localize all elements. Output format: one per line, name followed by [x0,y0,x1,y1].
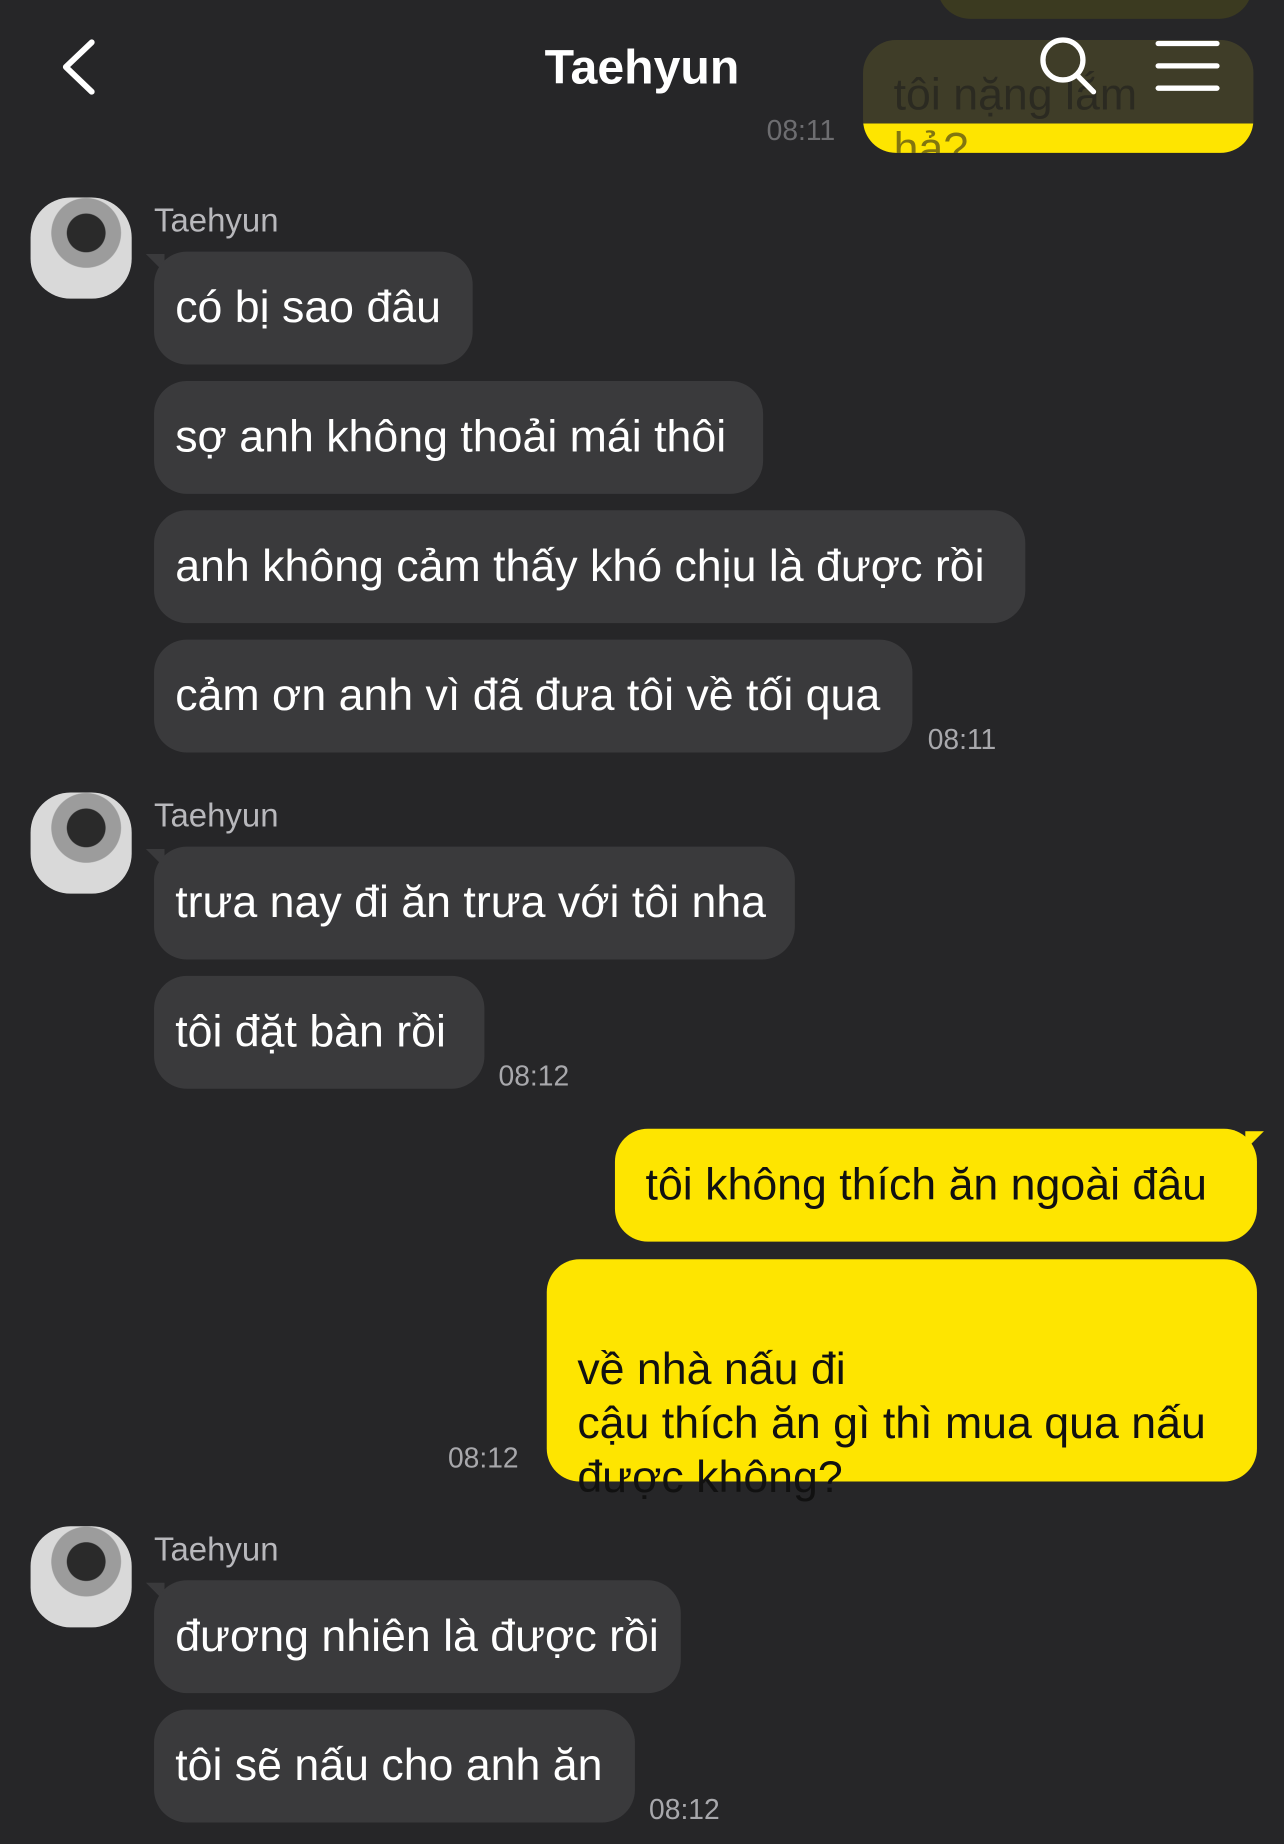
message-time: 08:12 [498,1060,570,1093]
incoming-message[interactable]: cảm ơn anh vì đã đưa tôi về tối qua [154,639,913,753]
incoming-message[interactable]: tôi sẽ nấu cho anh ăn [154,1709,635,1823]
incoming-message[interactable]: có bị sao đâu [154,251,473,365]
message-text: sợ anh không thoải mái thôi [175,412,727,463]
message-time: 08:12 [447,1442,519,1475]
message-text: cảm ơn anh vì đã đưa tôi về tối qua [175,671,881,721]
incoming-message[interactable]: trưa nay đi ăn trưa với tôi nha [154,846,795,960]
hamburger-menu-icon[interactable] [1155,38,1221,94]
incoming-message[interactable]: tôi đặt bàn rồi [154,975,485,1089]
avatar[interactable] [30,1526,132,1628]
message-time: 08:12 [649,1794,720,1827]
chat-header: Taehyun [0,0,1284,139]
avatar[interactable] [30,792,132,894]
message-text: trưa nay đi ăn trưa với tôi nha [175,878,767,928]
incoming-message[interactable]: sợ anh không thoải mái thôi [154,380,764,494]
incoming-message[interactable]: đương nhiên là được rồi [154,1580,681,1694]
message-text: có bị sao đâu [175,283,442,333]
message-text: tôi sẽ nấu cho anh ăn [175,1741,603,1791]
message-time: 08:11 [927,724,997,757]
outgoing-message[interactable]: tôi không thích ăn ngoài đâu [614,1128,1257,1242]
message-text: tôi không thích ăn ngoài đâu [645,1160,1207,1210]
message-text: tôi đặt bàn rồi [175,1007,446,1058]
sender-name: Taehyun [154,1530,279,1568]
message-text: anh không cảm thấy khó chịu là được rồi [175,542,985,592]
search-icon[interactable] [1035,33,1101,99]
incoming-message[interactable]: anh không cảm thấy khó chịu là được rồi [154,510,1026,624]
sender-name: Taehyun [154,202,279,239]
message-text: về nhà nấu đi cậu thích ăn gì thì mua qu… [577,1345,1206,1503]
outgoing-message[interactable]: về nhà nấu đi cậu thích ăn gì thì mua qu… [546,1259,1257,1503]
avatar[interactable] [30,197,132,299]
message-text: đương nhiên là được rồi [175,1612,659,1662]
sender-name: Taehyun [154,797,279,834]
